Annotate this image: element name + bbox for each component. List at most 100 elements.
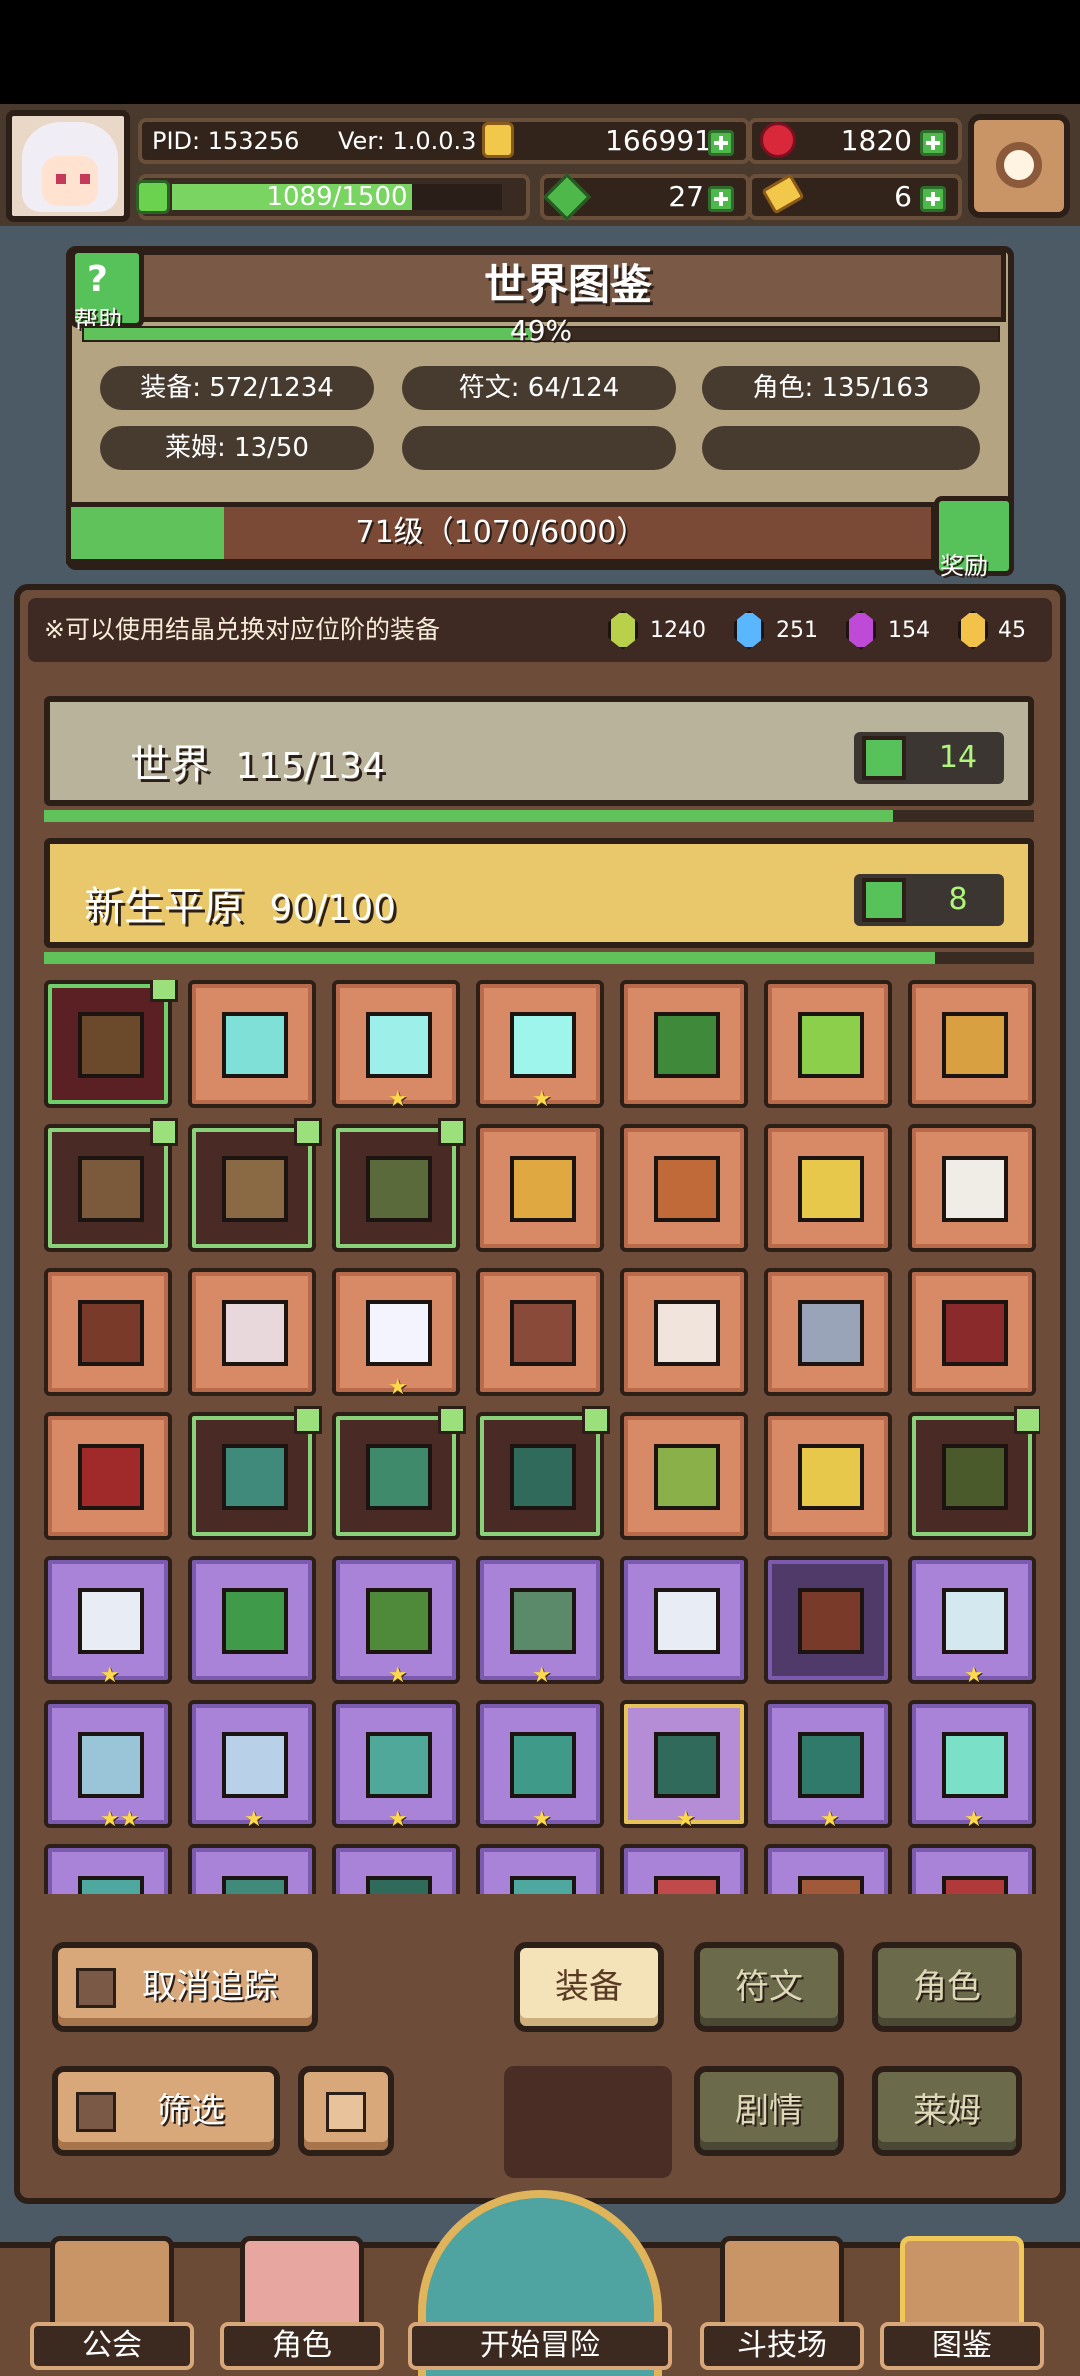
gold-amount: 166991 (605, 124, 712, 157)
untrack-button[interactable]: 取消追踪 (52, 1942, 318, 2032)
equipment-cell[interactable] (188, 1268, 316, 1396)
nav-arena-label: 斗技场 (700, 2322, 864, 2370)
equipment-cell[interactable] (764, 1124, 892, 1252)
equipment-cell[interactable] (908, 1124, 1036, 1252)
region-world-progress-fill (44, 810, 894, 822)
nav-album-label: 图鉴 (880, 2322, 1044, 2370)
equipment-cell[interactable] (476, 1124, 604, 1252)
nav-album[interactable]: 图鉴 (880, 2226, 1044, 2376)
equipment-item-icon (222, 1300, 288, 1366)
tab-story[interactable]: 剧情 (694, 2066, 844, 2156)
equipment-item-icon (942, 1588, 1008, 1654)
region-world-likes[interactable]: 14 (854, 732, 1004, 784)
star-rating: ★ (388, 1807, 408, 1832)
equipment-cell[interactable] (908, 980, 1036, 1108)
add-key-icon[interactable] (920, 186, 946, 212)
equipment-cell[interactable]: ★ (332, 1700, 460, 1832)
equipment-cell[interactable]: ★ (332, 1268, 460, 1400)
equipment-cell[interactable] (44, 1844, 172, 1894)
equipment-cell[interactable] (764, 980, 892, 1108)
nav-guild[interactable]: 公会 (30, 2226, 194, 2376)
player-avatar[interactable] (6, 110, 130, 222)
star-rating: ★★ (100, 1807, 140, 1832)
avatar-eye-right (80, 174, 90, 184)
equipment-cell[interactable]: ★ (332, 980, 460, 1112)
equipment-item-icon (78, 1012, 144, 1078)
refresh-icon (326, 2092, 366, 2132)
tab-equip[interactable]: 装备 (514, 1942, 664, 2032)
equipment-item-icon (78, 1444, 144, 1510)
equipment-item-icon (222, 1156, 288, 1222)
add-ruby-icon[interactable] (920, 130, 946, 156)
avatar-eye-left (56, 174, 66, 184)
equipment-cell[interactable]: ★ (332, 1556, 460, 1688)
equipment-cell[interactable] (332, 1406, 466, 1540)
equipment-cell[interactable] (620, 1412, 748, 1540)
game-version: Ver: 1.0.0.3 (338, 127, 477, 155)
region-plains-like-count: 8 (948, 882, 968, 917)
equipment-item-icon (366, 1876, 432, 1894)
equipment-cell[interactable] (620, 1844, 748, 1894)
equipment-cell[interactable] (188, 1556, 316, 1684)
tab-rune[interactable]: 符文 (694, 1942, 844, 2032)
equipment-cell[interactable] (44, 1412, 172, 1540)
pid-currency-bar: PID: 153256 Ver: 1.0.0.3 166991 (138, 118, 750, 164)
region-newbie-plains[interactable]: 新生平原 90/100 8 (44, 838, 1034, 948)
settings-button[interactable] (968, 114, 1070, 218)
region-plains-likes[interactable]: 8 (854, 874, 1004, 926)
equipment-cell[interactable]: ★ (476, 1556, 604, 1688)
equipment-cell[interactable] (620, 1268, 748, 1396)
equipment-cell[interactable] (620, 1556, 748, 1684)
equipment-cell[interactable] (188, 1118, 322, 1252)
tab-slime[interactable]: 莱姆 (872, 2066, 1022, 2156)
tab-role[interactable]: 角色 (872, 1942, 1022, 2032)
help-question-icon: ? (87, 259, 108, 300)
equipment-cell[interactable]: ★ (620, 1700, 748, 1832)
equipment-cell[interactable] (908, 1406, 1040, 1540)
equipment-cell[interactable]: ★ (764, 1700, 892, 1832)
equipment-cell[interactable]: ★ (44, 1556, 172, 1688)
equipment-cell[interactable] (620, 980, 748, 1108)
equipment-cell[interactable] (764, 1268, 892, 1396)
equipment-cell[interactable] (908, 1268, 1036, 1396)
region-world[interactable]: 世界 115/134 14 (44, 696, 1034, 806)
star-rating: ★ (532, 1663, 552, 1688)
equipment-cell[interactable] (476, 1844, 604, 1894)
nav-arena[interactable]: 斗技场 (700, 2226, 864, 2376)
nav-role[interactable]: 角色 (220, 2226, 384, 2376)
equipment-cell[interactable] (188, 980, 316, 1108)
thumbs-up-icon (862, 736, 906, 780)
equipment-cell[interactable] (44, 1268, 172, 1396)
equipment-cell[interactable] (764, 1556, 892, 1684)
equipment-cell[interactable]: ★ (476, 980, 604, 1112)
filter-button[interactable]: 筛选 (52, 2066, 280, 2156)
equipment-cell[interactable] (332, 1118, 466, 1252)
add-gold-icon[interactable] (708, 130, 734, 156)
add-green-token-icon[interactable] (708, 186, 734, 212)
equipment-item-icon (942, 1300, 1008, 1366)
equipment-cell[interactable]: ★ (908, 1700, 1036, 1832)
equipment-cell[interactable] (764, 1412, 892, 1540)
equipment-cell[interactable]: ★ (476, 1700, 604, 1832)
equipment-cell[interactable] (620, 1124, 748, 1252)
equipment-grid: ★ ★ ★ ★ ★ ★ ★ ★★ ★ ★ ★ ★ ★ ★ (44, 980, 1040, 1894)
nav-start-adventure[interactable]: 开始冒险 (408, 2190, 672, 2376)
region-world-progress (44, 810, 1034, 822)
equipment-cell[interactable]: ★★ (44, 1700, 172, 1832)
equipment-cell[interactable] (476, 1268, 604, 1396)
album-stat-equip: 装备: 572/1234 (100, 366, 374, 410)
refresh-button[interactable] (298, 2066, 394, 2156)
equipment-cell[interactable] (476, 1406, 610, 1540)
equipment-cell[interactable] (188, 1406, 322, 1540)
album-stat-role: 角色: 135/163 (702, 366, 980, 410)
equipment-cell[interactable] (908, 1844, 1036, 1894)
region-plains-progress-fill (44, 952, 935, 964)
equipment-cell[interactable] (764, 1844, 892, 1894)
equipment-cell[interactable] (188, 1844, 316, 1894)
equipment-cell[interactable]: ★ (188, 1700, 316, 1832)
equipment-cell[interactable]: ★ (908, 1556, 1036, 1688)
equipment-item-icon (654, 1012, 720, 1078)
equipment-cell[interactable] (332, 1844, 460, 1894)
equipment-cell[interactable] (44, 1118, 178, 1252)
equipment-cell[interactable] (44, 980, 178, 1108)
